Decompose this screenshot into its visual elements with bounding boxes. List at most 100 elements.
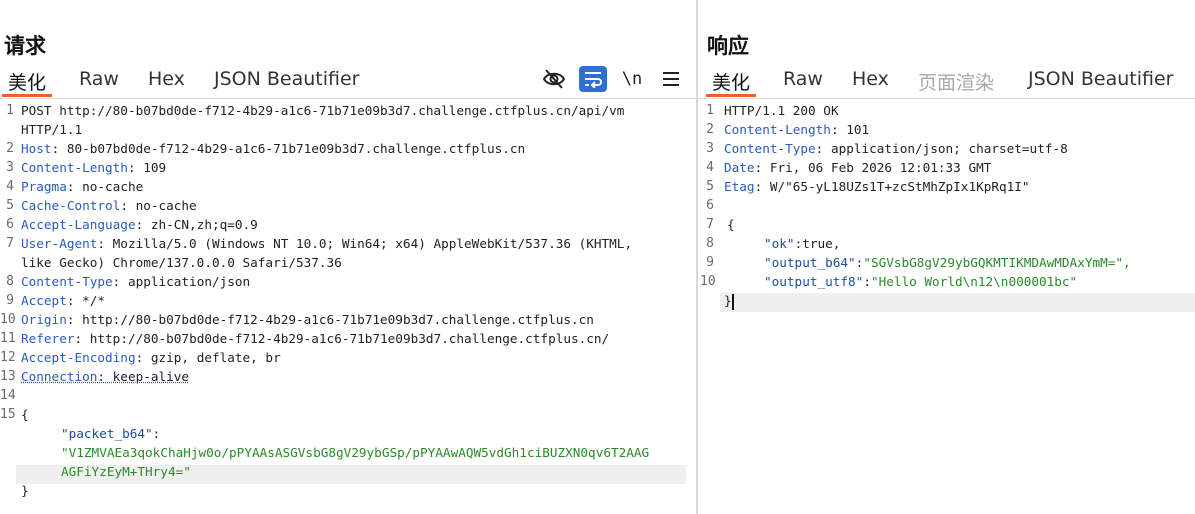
hamburger-icon: [663, 72, 679, 86]
header-value: */*: [74, 293, 106, 308]
header-value: keep-alive: [105, 369, 190, 384]
json-line: "output_b64":"SGVsbG8gV29ybGQKMTIKMDAwMD…: [764, 255, 1131, 270]
header-line: Host: 80-b07bd0de-f712-4b29-a1c6-71b71e0…: [21, 141, 526, 156]
header-name: Content-Type: [21, 274, 113, 289]
json-value: "SGVsbG8gV29ybGQKMTIKMDAwMDAxYmM=",: [863, 255, 1131, 270]
response-tab-render[interactable]: 页面渲染: [918, 68, 994, 95]
header-value: application/json: [120, 274, 251, 289]
header-name: Content-Length: [21, 160, 128, 175]
line-number: 2: [706, 122, 714, 137]
response-pane: 响应 美化 Raw Hex 页面渲染 JSON Beautifier 1 2 3…: [698, 0, 1195, 514]
json-value-wrap: AGFiYzEyM+THry4=": [61, 464, 191, 479]
header-name: Content-Type: [724, 141, 816, 156]
header-line: Content-Type: application/json: [21, 274, 251, 289]
json-key: "packet_b64": [61, 426, 153, 441]
header-name: Host: [21, 141, 52, 156]
header-line: Accept: */*: [21, 293, 106, 308]
header-line: Date: Fri, 06 Feb 2026 12:01:33 GMT: [724, 160, 992, 175]
line-number: 15: [0, 407, 16, 422]
eye-slash-icon: [542, 69, 566, 89]
header-name: Etag: [724, 179, 755, 194]
header-name: Pragma: [21, 179, 67, 194]
header-value: Fri, 06 Feb 2026 12:01:33 GMT: [762, 160, 992, 175]
header-value: like Gecko) Chrome/137.0.0.0 Safari/537.…: [21, 255, 342, 270]
line-number: 10: [0, 312, 16, 327]
response-tab-raw[interactable]: Raw: [783, 68, 823, 90]
request-protocol: HTTP/1.1: [21, 122, 83, 137]
header-line: Cache-Control: no-cache: [21, 198, 197, 213]
request-line-start: POST http://80-b07bd0de-f712-4b29-a1c6-7…: [21, 103, 625, 118]
header-line: User-Agent: Mozilla/5.0 (Windows NT 10.0…: [21, 236, 633, 251]
hide-nonprintable-button[interactable]: [540, 66, 568, 92]
line-number: 3: [706, 141, 714, 156]
header-line: Connection: keep-alive: [21, 369, 190, 384]
response-tab-hex[interactable]: Hex: [852, 68, 889, 90]
json-brace-open: {: [727, 217, 735, 232]
request-tab-pretty[interactable]: 美化: [1, 68, 53, 97]
json-key: "output_utf8": [764, 274, 864, 289]
menu-button[interactable]: [657, 66, 685, 92]
status-line: HTTP/1.1 200 OK: [724, 103, 839, 118]
header-name: Accept: [21, 293, 67, 308]
request-editor[interactable]: 1 2 3 4 5 6 7 8 9 10 11 12 13 14 15 POST…: [0, 101, 696, 514]
line-number: 8: [706, 236, 714, 251]
line-number: 10: [700, 274, 716, 289]
json-value: true,: [802, 236, 841, 251]
response-tab-json-beautifier[interactable]: JSON Beautifier: [1028, 68, 1173, 90]
header-value: 101: [838, 122, 870, 137]
request-line: HTTP/1.1: [21, 120, 82, 139]
response-editor[interactable]: 1 2 3 4 5 6 7 8 9 10 HTTP/1.1 200 OK Con…: [698, 101, 1195, 514]
response-tab-pretty[interactable]: 美化: [705, 68, 757, 97]
header-name: Connection: [21, 369, 98, 384]
header-line: Content-Type: application/json; charset=…: [724, 141, 1068, 156]
header-value: 80-b07bd0de-f712-4b29-a1c6-71b71e09b3d7.…: [59, 141, 526, 156]
request-tab-json-beautifier[interactable]: JSON Beautifier: [214, 68, 359, 90]
show-newlines-button[interactable]: \n: [618, 66, 646, 92]
line-number: 7: [706, 217, 714, 232]
header-line-wrap: like Gecko) Chrome/137.0.0.0 Safari/537.…: [21, 253, 342, 272]
json-value: "Hello World\n12\n000001bc": [870, 274, 1078, 289]
line-number: 1: [706, 103, 714, 118]
json-line: "output_utf8":"Hello World\n12\n000001bc…: [764, 274, 1078, 289]
line-number: 14: [0, 388, 16, 403]
wrap-icon: [585, 72, 602, 88]
header-name: Cache-Control: [21, 198, 121, 213]
header-name: Accept-Encoding: [21, 350, 136, 365]
header-line: Origin: http://80-b07bd0de-f712-4b29-a1c…: [21, 312, 594, 327]
json-colon: :: [152, 426, 161, 441]
header-line: Content-Length: 109: [21, 160, 167, 175]
json-line: "ok":true,: [764, 236, 841, 251]
header-value: http://80-b07bd0de-f712-4b29-a1c6-71b71e…: [82, 331, 610, 346]
header-name: Referer: [21, 331, 75, 346]
line-number: 2: [6, 141, 14, 156]
header-line: Accept-Encoding: gzip, deflate, br: [21, 350, 281, 365]
line-number: 5: [706, 179, 714, 194]
line-number: 8: [6, 274, 14, 289]
header-name: Origin: [21, 312, 67, 327]
json-brace-close: }: [21, 483, 29, 498]
header-value: application/json; charset=utf-8: [823, 141, 1068, 156]
header-line: Content-Length: 101: [724, 122, 870, 137]
request-tabs: 美化 Raw Hex JSON Beautifier \n: [0, 66, 696, 99]
header-value: W/"65-yL18UZs1T+zcStMhZpIx1KpRq1I": [762, 179, 1030, 194]
request-pane: 请求 美化 Raw Hex JSON Beautifier \n 1 2 3 4…: [0, 0, 696, 514]
header-name: Content-Length: [724, 122, 831, 137]
json-key: "ok": [764, 236, 795, 251]
line-number: 12: [0, 350, 16, 365]
request-title: 请求: [4, 34, 46, 58]
json-value: "V1ZMVAEa3qokChaHjw0o/pPYAAsASGVsbG8gV29…: [61, 445, 650, 460]
header-line: Etag: W/"65-yL18UZs1T+zcStMhZpIx1KpRq1I": [724, 179, 1030, 194]
response-tabs: 美化 Raw Hex 页面渲染 JSON Beautifier: [698, 66, 1195, 99]
request-tab-hex[interactable]: Hex: [148, 68, 185, 90]
header-value: http://80-b07bd0de-f712-4b29-a1c6-71b71e…: [74, 312, 594, 327]
word-wrap-button[interactable]: [579, 66, 607, 92]
header-value: gzip, deflate, br: [143, 350, 281, 365]
header-name: Date: [724, 160, 755, 175]
request-tab-raw[interactable]: Raw: [79, 68, 119, 90]
line-number: 4: [6, 179, 14, 194]
line-number: 13: [0, 369, 16, 384]
header-line: Pragma: no-cache: [21, 179, 144, 194]
header-line: Referer: http://80-b07bd0de-f712-4b29-a1…: [21, 331, 610, 346]
text-cursor: [731, 293, 734, 310]
line-number: 6: [6, 217, 14, 232]
